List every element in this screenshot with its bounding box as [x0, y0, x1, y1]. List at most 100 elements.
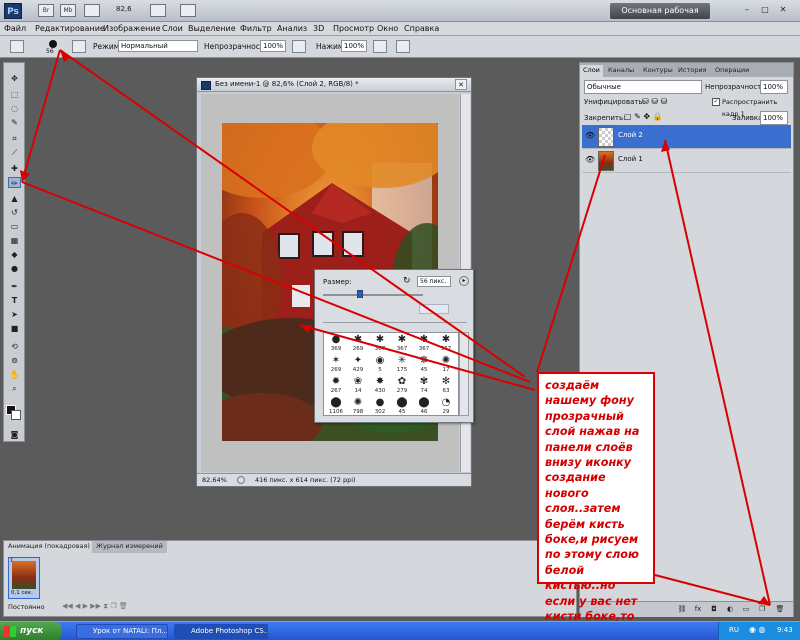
size-slider-track[interactable] — [323, 294, 423, 296]
brush-presets-grid[interactable]: ● 369 ✱ 269 ✱ 367 ✱ 367 ✱ 367 ✱ 367 ✶ 269 ✦ 429 ◉ 5 ✳ 175 ❋ 4… — [323, 332, 459, 416]
view-extras-icon[interactable] — [84, 4, 100, 17]
crop-tool-icon[interactable]: ⌗ — [8, 133, 21, 144]
brush-preset-cell[interactable]: ✱ 367 — [436, 334, 456, 355]
status-zoom[interactable]: 82,64% — [202, 474, 227, 486]
visibility-eye-icon[interactable]: 👁 — [585, 131, 595, 141]
new-group-icon[interactable]: ▭ — [740, 604, 752, 615]
marquee-tool-icon[interactable]: ⬚ — [8, 89, 21, 100]
new-layer-icon[interactable]: ❐ — [756, 604, 768, 615]
menu-image[interactable]: Изображение — [103, 24, 161, 33]
brush-preset-cell[interactable]: ⬤ 45 — [392, 397, 412, 418]
brush-preset-cell[interactable]: ✱ 367 — [370, 334, 390, 355]
layer-row-sloi-1[interactable]: 👁 Слой 1 — [582, 149, 791, 173]
brush-preset-cell[interactable]: ◉ 5 — [370, 355, 390, 376]
mode-select[interactable]: Нормальный — [118, 40, 198, 52]
lasso-tool-icon[interactable]: ◌ — [8, 103, 21, 114]
brush-size-picker[interactable]: 56 — [44, 40, 66, 55]
brush-preset-cell[interactable]: ✱ 367 — [414, 334, 434, 355]
airbrush-icon[interactable] — [373, 40, 387, 53]
brush-preset-cell[interactable]: ❀ 14 — [348, 376, 368, 397]
shape-tool-icon[interactable]: ■ — [8, 323, 21, 334]
brush-preset-cell[interactable]: ✸ 430 — [370, 376, 390, 397]
workspace-button[interactable]: Основная рабочая среда — [610, 3, 710, 31]
background-color-swatch[interactable] — [11, 410, 21, 420]
3d-rotate-tool-icon[interactable]: ⟲ — [8, 341, 21, 352]
menu-view[interactable]: Просмотр — [333, 24, 374, 33]
menu-window[interactable]: Окно — [377, 24, 398, 33]
move-tool-icon[interactable]: ✥ — [8, 73, 21, 84]
brush-preset-cell[interactable]: ✱ 367 — [392, 334, 412, 355]
brush-tool-preset-icon[interactable] — [10, 40, 24, 53]
tray-icons[interactable]: ◉ ◍ — [749, 625, 766, 634]
brush-panel-icon[interactable] — [72, 40, 86, 53]
eyedropper-tool-icon[interactable]: ⟋ — [8, 147, 21, 158]
delete-layer-icon[interactable]: 🗑 — [774, 604, 786, 615]
brush-grid-scrollbar[interactable] — [459, 332, 469, 416]
propagate-checkbox[interactable]: ✓ — [712, 98, 720, 106]
tab-layers[interactable]: Слои — [580, 65, 603, 77]
brush-preset-cell[interactable]: ● 302 — [370, 397, 390, 418]
menu-help[interactable]: Справка — [404, 24, 439, 33]
brush-preset-cell[interactable]: ✳ 175 — [392, 355, 412, 376]
picker-menu-icon[interactable]: ▸ — [459, 276, 469, 286]
tab-measurement-log[interactable]: Журнал измерений — [92, 541, 167, 553]
taskbar-photoshop-item[interactable]: Adobe Photoshop CS... — [174, 624, 268, 639]
brush-preset-cell[interactable]: ⬤ 1106 — [326, 397, 346, 418]
tab-actions[interactable]: Операции — [712, 65, 752, 77]
playback-controls[interactable]: ◀◀ ◀ ▶ ▶▶ ⧗ ❐ 🗑 — [62, 602, 128, 611]
arrange-documents-icon[interactable] — [180, 4, 196, 17]
loop-select[interactable]: Постоянно — [8, 603, 45, 611]
brush-preset-cell[interactable]: ✶ 269 — [326, 355, 346, 376]
brush-preset-cell[interactable]: ✺ 798 — [348, 397, 368, 418]
minimize-button[interactable]: – — [740, 4, 754, 16]
brush-preset-cell[interactable]: ✾ 74 — [414, 376, 434, 397]
brush-preset-cell[interactable]: ◔ 29 — [436, 397, 456, 418]
brush-preset-cell[interactable]: ❋ 45 — [414, 355, 434, 376]
brush-preset-cell[interactable]: ● 369 — [326, 334, 346, 355]
clone-stamp-tool-icon[interactable]: ▲ — [8, 193, 21, 204]
menu-select[interactable]: Выделение — [188, 24, 236, 33]
adjustment-layer-icon[interactable]: ◐ — [724, 604, 736, 615]
reset-size-icon[interactable]: ↻ — [403, 276, 413, 286]
animation-frame[interactable]: 1 0,1 сек. — [8, 557, 40, 599]
menu-analysis[interactable]: Анализ — [277, 24, 307, 33]
frame-time[interactable]: 0,1 сек. — [11, 590, 33, 596]
brush-tool-icon[interactable]: ✏ — [8, 177, 21, 188]
brush-preset-cell[interactable]: ✻ 63 — [436, 376, 456, 397]
zoom-tool-icon[interactable]: ⌕ — [8, 383, 21, 394]
visibility-eye-icon[interactable]: 👁 — [585, 155, 595, 165]
mini-bridge-icon[interactable]: Mb — [60, 4, 76, 17]
quick-select-tool-icon[interactable]: ✎ — [8, 117, 21, 128]
language-indicator[interactable]: RU — [729, 626, 739, 634]
size-slider-thumb[interactable] — [357, 290, 363, 298]
brush-size-field[interactable]: 56 пикс. — [417, 276, 451, 287]
brush-preset-cell[interactable]: ✹ 267 — [326, 376, 346, 397]
brush-preset-cell[interactable]: ✱ 269 — [348, 334, 368, 355]
quick-mask-icon[interactable]: ◙ — [8, 429, 21, 440]
brush-preset-cell[interactable]: ✺ 17 — [436, 355, 456, 376]
path-selection-tool-icon[interactable]: ➤ — [8, 309, 21, 320]
start-button[interactable]: пуск — [0, 622, 62, 640]
link-layers-icon[interactable]: ⛓ — [676, 604, 688, 615]
close-button[interactable]: ✕ — [776, 4, 790, 16]
zoom-level[interactable]: 82,6 — [116, 5, 132, 13]
hand-tool-icon[interactable]: ✋ — [8, 369, 21, 380]
type-tool-icon[interactable]: T — [8, 295, 21, 306]
tab-paths[interactable]: Контуры — [640, 65, 676, 77]
lock-icons[interactable]: ▢ ✎ ✥ 🔒 — [624, 111, 663, 125]
pen-tool-icon[interactable]: ✒ — [8, 281, 21, 292]
menu-filter[interactable]: Фильтр — [240, 24, 272, 33]
fill-field[interactable]: 100% — [760, 111, 788, 125]
tablet-size-icon[interactable] — [396, 40, 410, 53]
maximize-button[interactable]: □ — [758, 4, 772, 16]
hand-tool-icon[interactable] — [150, 4, 166, 17]
fx-icon[interactable]: fx — [692, 604, 704, 615]
menu-layers[interactable]: Слои — [162, 24, 183, 33]
brush-preset-cell[interactable]: ⬤ 46 — [414, 397, 434, 418]
menu-file[interactable]: Файл — [4, 24, 26, 33]
menu-edit[interactable]: Редактирование — [35, 24, 105, 33]
opacity-field[interactable]: 100% — [260, 40, 286, 52]
layer-opacity-field[interactable]: 100% — [760, 80, 788, 94]
tab-history[interactable]: История — [675, 65, 709, 77]
3d-orbit-tool-icon[interactable]: ⊚ — [8, 355, 21, 366]
